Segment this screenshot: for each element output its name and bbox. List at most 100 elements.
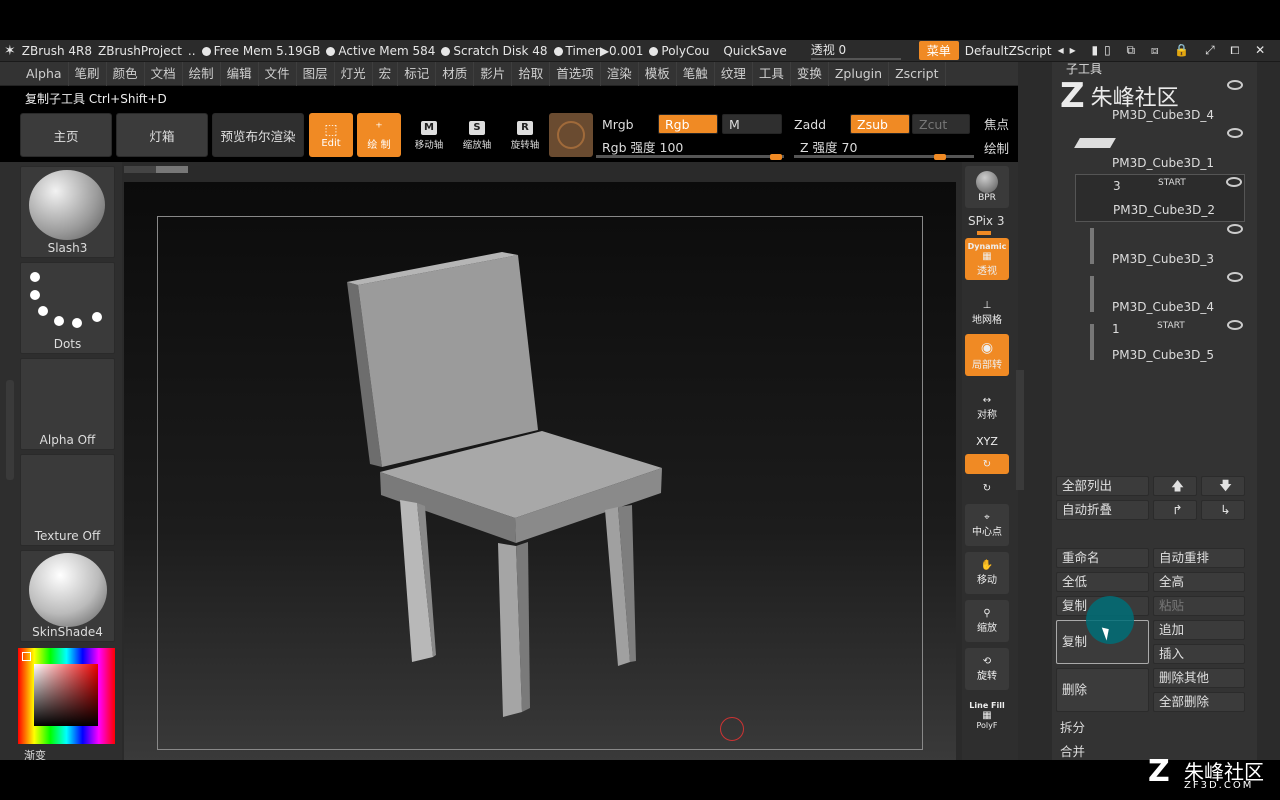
merge-section[interactable]: 合并 xyxy=(1060,741,1085,760)
move-view-button[interactable]: ✋ 移动 xyxy=(965,552,1009,594)
menu-render[interactable]: 渲染 xyxy=(601,61,639,86)
menu-brush[interactable]: 笔刷 xyxy=(69,61,107,86)
stroke-thumbnail[interactable]: Dots xyxy=(20,262,115,354)
z-intensity-knob[interactable] xyxy=(934,154,946,160)
eye-icon[interactable] xyxy=(1226,177,1242,187)
paste-button[interactable]: 粘贴 xyxy=(1153,596,1245,616)
tray-icons[interactable]: ◂▸ ▮▯ ⧉ ⧈ 🔒 ⤢ ⧠ ✕ xyxy=(1058,43,1272,58)
auto-collapse-button[interactable]: 自动折叠 xyxy=(1056,500,1149,520)
insert-button[interactable]: 插入 xyxy=(1153,644,1245,664)
local-rotate-button[interactable]: ◉ 局部转 xyxy=(965,334,1009,376)
rotate-view-button[interactable]: ⟲ 旋转 xyxy=(965,648,1009,690)
menu-picker[interactable]: 拾取 xyxy=(512,61,551,86)
eye-icon[interactable] xyxy=(1227,224,1243,234)
focal-shift-label[interactable]: 焦点 xyxy=(984,114,1009,133)
menu-file[interactable]: 文件 xyxy=(259,61,297,86)
subtool-row-selected[interactable]: 3 START PM3D_Cube3D_2 xyxy=(1075,174,1245,222)
scale-view-button[interactable]: ⚲ 缩放 xyxy=(965,600,1009,642)
subtool-row[interactable]: PM3D_Cube3D_3 xyxy=(1075,222,1245,270)
menu-preferences[interactable]: 首选项 xyxy=(550,61,601,86)
spix-knob[interactable] xyxy=(977,231,991,235)
alpha-thumbnail[interactable]: Alpha Off xyxy=(20,358,115,450)
subtool-header[interactable]: 子工具 xyxy=(1066,60,1102,77)
menu-draw[interactable]: 绘制 xyxy=(183,61,221,86)
eye-icon[interactable] xyxy=(1227,320,1243,330)
move-button[interactable]: M 移动轴 xyxy=(407,118,451,154)
symmetry-button[interactable]: ↔ 对称 xyxy=(965,392,1009,424)
polyframe-button[interactable]: Line Fill ▦ PolyF xyxy=(965,694,1009,736)
spix-slider[interactable]: SPix 3 xyxy=(968,214,1004,228)
bpr-button[interactable]: BPR xyxy=(965,166,1009,208)
y-rotate-button[interactable]: ↻ xyxy=(965,454,1009,474)
rgb-button[interactable]: Rgb xyxy=(658,114,718,134)
menu-document[interactable]: 文档 xyxy=(145,61,183,86)
all-low-button[interactable]: 全低 xyxy=(1056,572,1149,592)
menu-alpha[interactable]: Alpha xyxy=(20,61,69,86)
arrow-down-right-button[interactable]: ↳ xyxy=(1201,500,1245,520)
material-thumbnail[interactable]: SkinShade4 xyxy=(20,550,115,642)
menu-movie[interactable]: 影片 xyxy=(474,61,513,86)
texture-thumbnail[interactable]: Texture Off xyxy=(20,454,115,546)
quicksave-button[interactable]: QuickSave xyxy=(723,44,786,58)
edit-button[interactable]: ⬚ Edit xyxy=(309,113,353,157)
subtool-row[interactable]: PM3D_Cube3D_1 xyxy=(1074,126,1245,174)
menu-transform[interactable]: 变换 xyxy=(791,61,829,86)
left-collapse-handle[interactable] xyxy=(6,380,14,480)
delete-button[interactable]: 删除 xyxy=(1056,668,1149,712)
auto-reorder-button[interactable]: 自动重排 xyxy=(1153,548,1245,568)
menu-texture[interactable]: 纹理 xyxy=(715,61,753,86)
color-swatch[interactable] xyxy=(34,664,98,726)
move-up-button[interactable]: 🡅 xyxy=(1153,476,1197,496)
arrow-right-button[interactable]: ↱ xyxy=(1153,500,1197,520)
home-button[interactable]: 主页 xyxy=(20,113,112,157)
draw-button[interactable]: ⁺ 绘 制 xyxy=(357,113,401,157)
menu-zscript[interactable]: Zscript xyxy=(889,61,946,86)
bpr-preview-button[interactable]: 预览布尔渲染 xyxy=(212,113,304,157)
color-picker[interactable] xyxy=(18,648,115,744)
perspective-slider[interactable]: 透视 0 xyxy=(810,41,901,60)
menu-material[interactable]: 材质 xyxy=(436,61,475,86)
eye-icon[interactable] xyxy=(1227,272,1243,282)
menu-marker[interactable]: 标记 xyxy=(398,61,437,86)
zsub-button[interactable]: Zsub xyxy=(850,114,910,134)
menu-edit[interactable]: 编辑 xyxy=(221,61,259,86)
subtool-row[interactable]: 1 START PM3D_Cube3D_5 xyxy=(1075,318,1245,366)
zcut-button[interactable]: Zcut xyxy=(912,114,970,134)
sphere-material-icon[interactable] xyxy=(549,113,593,157)
tray-collapse-handle[interactable] xyxy=(1016,370,1024,490)
frame-center-button[interactable]: ⌖ 中心点 xyxy=(965,504,1009,546)
subtool-row[interactable]: PM3D_Cube3D_4 xyxy=(1075,270,1245,318)
append-button[interactable]: 追加 xyxy=(1153,620,1245,640)
m-button[interactable]: M xyxy=(722,114,782,134)
menu-light[interactable]: 灯光 xyxy=(335,61,373,86)
menu-button[interactable]: 菜单 xyxy=(918,41,959,60)
z-rotate-button[interactable]: ↻ xyxy=(965,478,1009,498)
brush-thumbnail[interactable]: Slash3 xyxy=(20,166,115,258)
rotate-button[interactable]: R 旋转轴 xyxy=(503,118,547,154)
menu-tool[interactable]: 工具 xyxy=(753,61,791,86)
menu-color[interactable]: 颜色 xyxy=(107,61,145,86)
rename-button[interactable]: 重命名 xyxy=(1056,548,1149,568)
xyz-button[interactable]: XYZ xyxy=(965,430,1009,452)
menu-layer[interactable]: 图层 xyxy=(297,61,335,86)
rgb-intensity-knob[interactable] xyxy=(770,154,782,160)
chair-model[interactable] xyxy=(330,250,690,720)
delete-all-button[interactable]: 全部删除 xyxy=(1153,692,1245,712)
all-high-button[interactable]: 全高 xyxy=(1153,572,1245,592)
project-name[interactable]: ZBrushProject xyxy=(98,44,182,58)
list-all-button[interactable]: 全部列出 xyxy=(1056,476,1149,496)
floor-grid-button[interactable]: ⊥ 地网格 xyxy=(965,296,1009,330)
move-down-button[interactable]: 🡇 xyxy=(1201,476,1245,496)
split-section[interactable]: 拆分 xyxy=(1060,717,1085,736)
z-intensity-slider[interactable]: Z 强度 70 xyxy=(794,137,974,160)
rgb-intensity-slider[interactable]: Rgb 强度 100 xyxy=(596,137,784,160)
draw-size-label[interactable]: 绘制 xyxy=(984,138,1009,157)
eye-icon[interactable] xyxy=(1227,128,1243,138)
perspective-button[interactable]: Dynamic ▦ 透视 xyxy=(965,238,1009,280)
menu-stencil[interactable]: 模板 xyxy=(639,61,677,86)
default-zscript-button[interactable]: DefaultZScript xyxy=(965,44,1052,58)
menu-stroke[interactable]: 笔触 xyxy=(677,61,715,86)
zadd-button[interactable]: Zadd xyxy=(788,114,846,134)
doc-scroll-thumb[interactable] xyxy=(156,166,188,173)
mrgb-button[interactable]: Mrgb xyxy=(596,114,656,134)
